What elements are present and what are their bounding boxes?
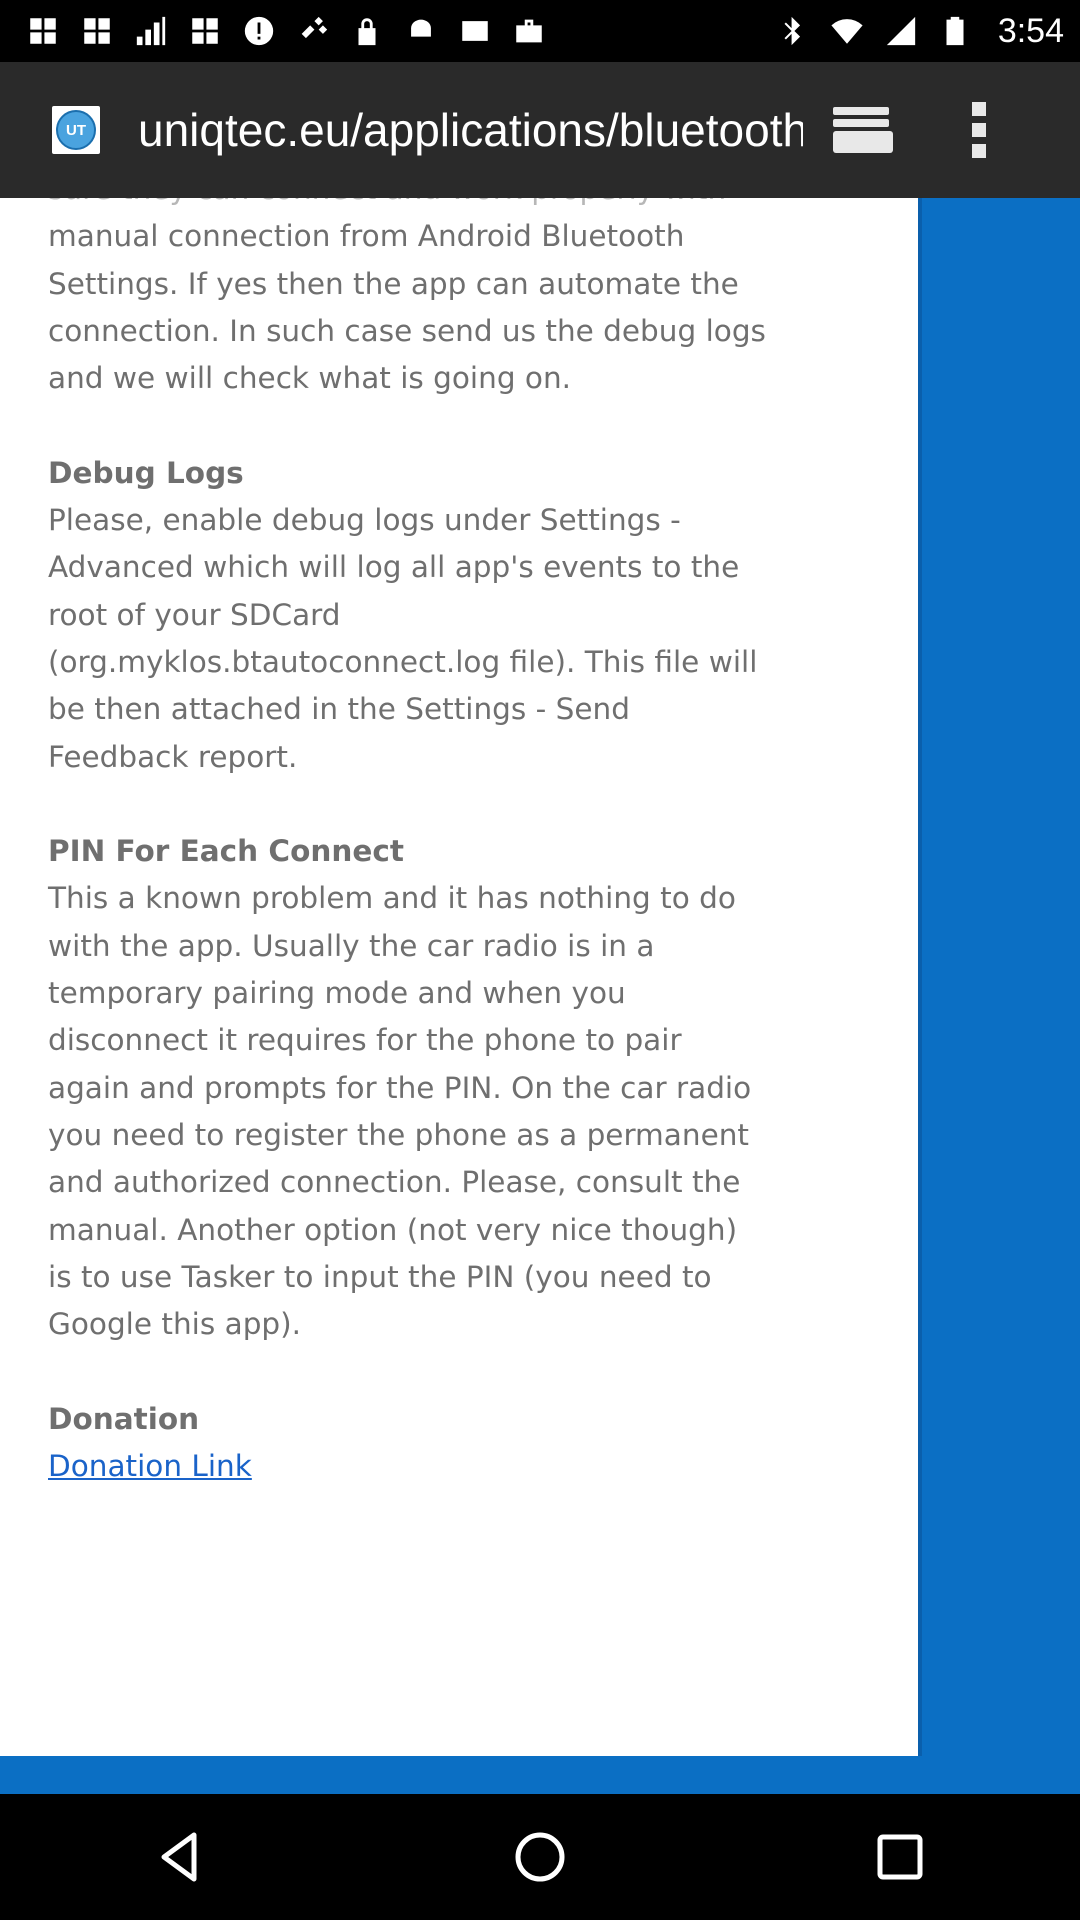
partial-line: sure they can connect and work properly … [48,198,808,213]
browser-toolbar: UT uniqtec.eu/applications/bluetooth [0,62,1080,198]
text-line: disconnect it requires for the phone to … [48,1023,682,1058]
home-icon [515,1832,565,1882]
text-line: is to use Tasker to input the PIN (you n… [48,1259,712,1294]
briefcase-icon [512,14,546,48]
page-background-band [0,1756,1080,1794]
alert-icon [242,14,276,48]
wifi-icon [830,14,864,48]
donation-heading: Donation [48,1401,200,1436]
text-line: and we will check what is going on. [48,361,572,396]
recents-button[interactable] [840,1797,960,1917]
text-line: Settings. If yes then the app can automa… [48,266,739,301]
web-page[interactable]: sure they can connect and work properly … [0,198,918,1756]
text-line: root of your SDCard [48,597,341,632]
back-icon [161,1832,197,1882]
article: sure they can connect and work properly … [48,198,808,1490]
text-line: Feedback report. [48,739,298,774]
site-favicon: UT [52,106,100,154]
donation-link[interactable]: Donation Link [48,1449,252,1483]
text-line: Advanced which will log all app's events… [48,550,740,585]
grid-icon [26,14,60,48]
signal-icon [884,14,918,48]
inbox-icon [458,14,492,48]
lock-icon [350,14,384,48]
text-line: (org.myklos.btautoconnect.log file). Thi… [48,644,758,679]
text-line: manual. Another option (not very nice th… [48,1212,738,1247]
grid-icon [80,14,114,48]
recents-icon [877,1834,923,1880]
tabs-button[interactable] [821,90,901,170]
text-line: with the app. Usually the car radio is i… [48,928,655,963]
navigation-bar [0,1794,1080,1920]
page-edge [918,198,922,1756]
status-bar: 3:54 [0,0,1080,62]
overflow-menu-button[interactable] [949,90,1009,170]
text-line: manual connection from Android Bluetooth [48,219,685,254]
text-line: you need to register the phone as a perm… [48,1117,749,1152]
text-line: Please, enable debug logs under Settings… [48,503,681,538]
debug-logs-heading: Debug Logs [48,455,244,490]
signal-icon [134,14,168,48]
text-line: be then attached in the Settings - Send [48,692,630,727]
favicon-label: UT [56,110,96,150]
more-vert-icon [972,102,986,158]
bluetooth-icon [776,14,810,48]
grid-icon [188,14,222,48]
text-line: temporary pairing mode and when you [48,976,626,1011]
battery-icon [938,14,972,48]
text-line: Google this app). [48,1307,302,1342]
tabs-icon [833,107,893,153]
text-line: again and prompts for the PIN. On the ca… [48,1070,752,1105]
android-icon [404,14,438,48]
home-button[interactable] [480,1797,600,1917]
pin-heading: PIN For Each Connect [48,834,404,869]
clock: 3:54 [997,11,1064,50]
url-bar[interactable]: uniqtec.eu/applications/bluetooth [138,103,803,157]
back-button[interactable] [120,1797,240,1917]
text-line: and authorized connection. Please, consu… [48,1165,741,1200]
text-line: This a known problem and it has nothing … [48,881,736,916]
satellite-icon [296,14,330,48]
text-line: connection. In such case send us the deb… [48,313,766,348]
